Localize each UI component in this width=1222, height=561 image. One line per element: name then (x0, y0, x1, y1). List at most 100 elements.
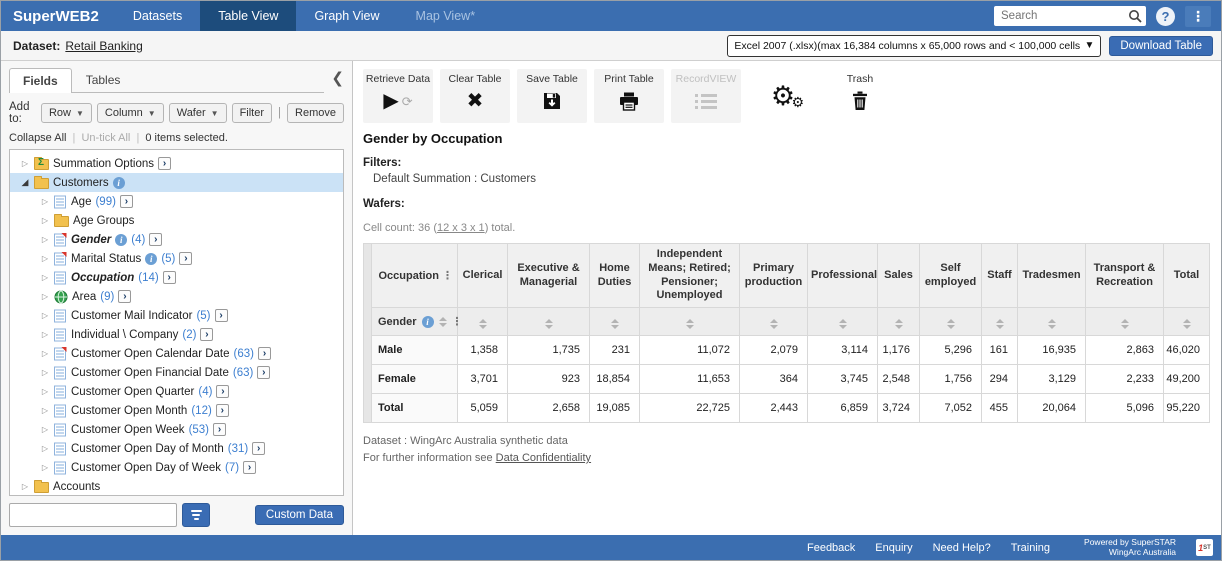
column-header[interactable]: Sales (878, 244, 920, 308)
column-header[interactable]: Primary production (740, 244, 808, 308)
search-icon[interactable] (1128, 9, 1142, 23)
tree-item[interactable]: ▷Customer Open Financial Date(63)› (10, 363, 343, 382)
tree-item[interactable]: ▷Age Groups (10, 211, 343, 230)
filter-icon[interactable] (182, 503, 210, 527)
nav-tab-map-view-[interactable]: Map View* (398, 1, 494, 31)
field-quick-view-icon[interactable]: › (257, 366, 270, 379)
tree-item[interactable]: ▷ΣSummation Options› (10, 154, 343, 173)
custom-data-button[interactable]: Custom Data (255, 505, 344, 525)
tree-item[interactable]: ▷Customer Mail Indicator(5)› (10, 306, 343, 325)
tree-expand-caret-icon[interactable]: ▷ (40, 254, 50, 263)
tree-expand-caret-icon[interactable]: ▷ (40, 368, 50, 377)
cell-count-link[interactable]: 12 x 3 x 1 (437, 222, 485, 234)
column-header[interactable]: Home Duties (590, 244, 640, 308)
sort-control[interactable] (839, 319, 847, 329)
tree-item[interactable]: ▷Customer Open Day of Month(31)› (10, 439, 343, 458)
column-header[interactable]: Staff (982, 244, 1018, 308)
tree-expand-caret-icon[interactable]: ▷ (40, 311, 50, 320)
info-icon[interactable]: i (145, 253, 157, 265)
footer-link-feedback[interactable]: Feedback (807, 542, 855, 554)
tree-expand-caret-icon[interactable]: ▷ (40, 406, 50, 415)
tree-item[interactable]: ▷Customer Open Week(53)› (10, 420, 343, 439)
add-to-column-button[interactable]: Column▼ (97, 103, 164, 123)
column-header[interactable]: Tradesmen (1018, 244, 1086, 308)
field-quick-view-icon[interactable]: › (158, 157, 171, 170)
tree-item[interactable]: ▷Genderi(4)› (10, 230, 343, 249)
field-quick-view-icon[interactable]: › (120, 195, 133, 208)
tree-item[interactable]: ▷Customer Open Quarter(4)› (10, 382, 343, 401)
tree-expand-caret-icon[interactable]: ▷ (40, 292, 50, 301)
column-header[interactable]: Total (1164, 244, 1210, 308)
nav-tab-datasets[interactable]: Datasets (115, 1, 200, 31)
tree-expand-caret-icon[interactable]: ▷ (40, 444, 50, 453)
tree-item[interactable]: ▷Area(9)› (10, 287, 343, 306)
tree-expand-caret-icon[interactable]: ▷ (40, 235, 50, 244)
field-quick-view-icon[interactable]: › (118, 290, 131, 303)
sort-control[interactable] (947, 319, 955, 329)
tree-item[interactable]: ▷Customer Open Calendar Date(63)› (10, 344, 343, 363)
clear-table-button[interactable]: Clear Table✖ (440, 69, 510, 123)
field-quick-view-icon[interactable]: › (149, 233, 162, 246)
table-options-button[interactable]: ⚙⚙ (748, 69, 818, 123)
sidebar-collapse-icon[interactable]: ❮ (331, 69, 344, 87)
field-quick-view-icon[interactable]: › (213, 423, 226, 436)
field-quick-view-icon[interactable]: › (179, 252, 192, 265)
tree-expand-caret-icon[interactable]: ▷ (40, 463, 50, 472)
add-to-wafer-button[interactable]: Wafer▼ (169, 103, 227, 123)
info-icon[interactable]: i (113, 177, 125, 189)
tree-expand-caret-icon[interactable]: ▷ (40, 387, 50, 396)
tree-expand-caret-icon[interactable]: ▷ (40, 273, 50, 282)
print-table-button[interactable]: Print Table (594, 69, 664, 123)
sort-control[interactable] (686, 319, 694, 329)
row-header[interactable]: Female (372, 365, 458, 394)
dataset-link[interactable]: Retail Banking (65, 39, 142, 53)
tree-item[interactable]: ▷Marital Statusi(5)› (10, 249, 343, 268)
sort-control[interactable] (479, 319, 487, 329)
row-header[interactable]: Total (372, 394, 458, 423)
field-quick-view-icon[interactable]: › (252, 442, 265, 455)
tree-expand-caret-icon[interactable]: ▷ (40, 425, 50, 434)
tree-expand-caret-icon[interactable]: ▷ (20, 159, 30, 168)
tree-expand-caret-icon[interactable]: ▷ (40, 330, 50, 339)
data-confidentiality-link[interactable]: Data Confidentiality (496, 452, 591, 464)
footer-link-training[interactable]: Training (1011, 542, 1050, 554)
tree-expand-caret-icon[interactable]: ▷ (40, 216, 50, 225)
footer-link-need-help-[interactable]: Need Help? (933, 542, 991, 554)
field-quick-view-icon[interactable]: › (243, 461, 256, 474)
footer-link-enquiry[interactable]: Enquiry (875, 542, 912, 554)
sort-control[interactable] (996, 319, 1004, 329)
sort-control[interactable] (770, 319, 778, 329)
trash-button[interactable]: Trash (825, 69, 895, 123)
tree-expand-caret-icon[interactable]: ▷ (20, 482, 30, 491)
save-table-button[interactable]: Save Table (517, 69, 587, 123)
field-quick-view-icon[interactable]: › (215, 309, 228, 322)
tree-item[interactable]: ▷Occupation(14)› (10, 268, 343, 287)
row-header[interactable]: Male (372, 336, 458, 365)
column-header[interactable]: Self employed (920, 244, 982, 308)
search-input[interactable] (994, 6, 1146, 26)
sort-control[interactable] (1048, 319, 1056, 329)
tree-item[interactable]: ▷Customer Open Day of Week(7)› (10, 458, 343, 477)
tree-item[interactable]: ◢Customersi (10, 173, 343, 192)
export-format-select[interactable]: Excel 2007 (.xlsx)(max 16,384 columns x … (727, 35, 1101, 57)
column-header[interactable]: Executive & Managerial (508, 244, 590, 308)
tree-item[interactable]: ▷Individual \ Company(2)› (10, 325, 343, 344)
retrieve-data-button[interactable]: Retrieve Data▶⟳ (363, 69, 433, 123)
field-quick-view-icon[interactable]: › (216, 404, 229, 417)
info-icon[interactable]: i (422, 316, 434, 328)
add-to-filter-button[interactable]: Filter (232, 103, 272, 123)
sort-control[interactable] (545, 319, 553, 329)
field-quick-view-icon[interactable]: › (258, 347, 271, 360)
column-header[interactable]: Clerical (458, 244, 508, 308)
column-header[interactable]: Transport & Recreation (1086, 244, 1164, 308)
nav-tab-graph-view[interactable]: Graph View (296, 1, 397, 31)
sidebar-tab-fields[interactable]: Fields (9, 68, 72, 93)
nav-tab-table-view[interactable]: Table View (200, 1, 296, 31)
tree-expand-caret-icon[interactable]: ▷ (40, 349, 50, 358)
sort-control[interactable] (439, 317, 447, 327)
field-quick-view-icon[interactable]: › (163, 271, 176, 284)
sidebar-tab-tables[interactable]: Tables (72, 67, 135, 92)
add-to-row-button[interactable]: Row▼ (41, 103, 92, 123)
collapse-all-link[interactable]: Collapse All (9, 132, 66, 144)
tree-item[interactable]: ▷Accounts (10, 477, 343, 496)
